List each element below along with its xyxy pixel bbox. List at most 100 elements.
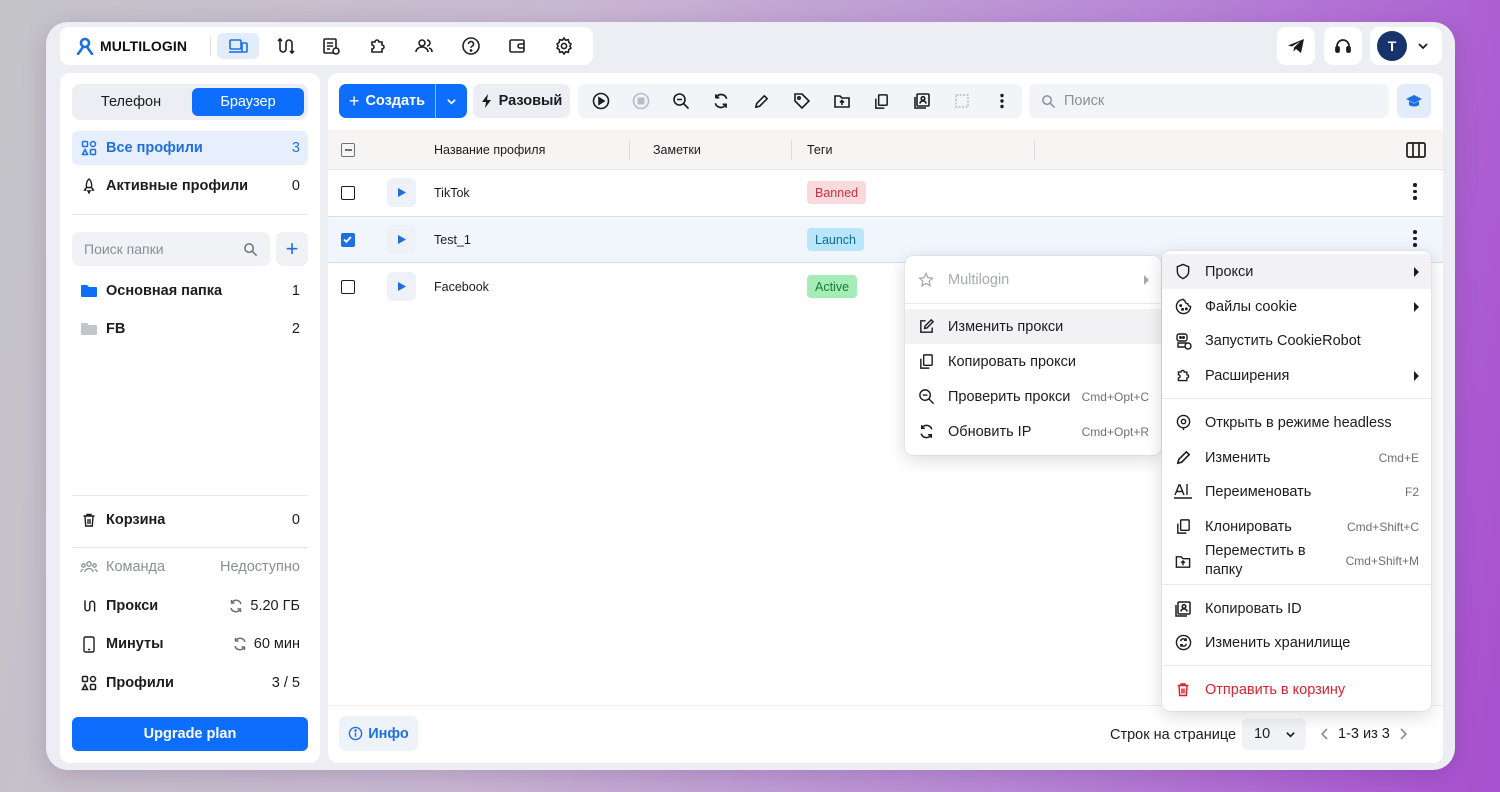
create-label: Создать — [365, 93, 426, 109]
check-proxy-button[interactable] — [661, 84, 701, 118]
row-menu-button[interactable] — [1410, 230, 1420, 247]
columns-settings-button[interactable] — [1406, 142, 1426, 158]
account-menu[interactable]: T — [1370, 27, 1442, 65]
rows-per-page-select[interactable]: 10 — [1242, 718, 1306, 750]
tab-browser[interactable]: Браузер — [192, 88, 304, 116]
copy-id-button[interactable] — [902, 84, 942, 118]
menu-item-copy-proxy[interactable]: Копировать прокси — [905, 344, 1161, 379]
support-button[interactable] — [1324, 27, 1362, 65]
stop-button[interactable] — [621, 84, 661, 118]
menu-item-clone[interactable]: Клонировать Cmd+Shift+C — [1162, 509, 1431, 544]
academy-button[interactable] — [1397, 84, 1431, 118]
menu-item-headless[interactable]: Открыть в режиме headless — [1162, 405, 1431, 440]
column-divider[interactable] — [629, 140, 630, 160]
column-header-notes[interactable]: Заметки — [653, 130, 701, 170]
headset-icon — [1333, 36, 1353, 56]
info-icon — [348, 726, 363, 741]
folder-upload-icon — [1173, 551, 1193, 571]
nav-wallet[interactable] — [496, 33, 538, 59]
users-icon — [414, 36, 434, 56]
menu-item-extensions[interactable]: Расширения — [1162, 358, 1431, 393]
columns-icon — [1406, 142, 1426, 158]
select-all-checkbox[interactable] — [341, 143, 355, 157]
play-icon — [397, 281, 407, 292]
menu-item-move-to-trash[interactable]: Отправить в корзину — [1162, 672, 1431, 707]
menu-item-change-proxy[interactable]: Изменить прокси — [905, 309, 1161, 344]
top-nav: MULTILOGIN — [60, 27, 593, 65]
folder-search-input[interactable]: Поиск папки — [72, 232, 270, 266]
nav-profiles[interactable] — [217, 33, 259, 59]
menu-item-check-proxy[interactable]: Проверить прокси Cmd+Opt+C — [905, 379, 1161, 414]
menu-divider — [1162, 398, 1431, 399]
start-profile-button[interactable] — [387, 178, 416, 207]
edit-button[interactable] — [741, 84, 781, 118]
list-check-icon — [321, 36, 341, 56]
tab-phone[interactable]: Телефон — [76, 88, 186, 116]
menu-item-cookies[interactable]: Файлы cookie — [1162, 289, 1431, 324]
menu-item-edit[interactable]: Изменить Cmd+E — [1162, 440, 1431, 475]
info-button[interactable]: Инфо — [339, 716, 418, 751]
menu-item-copy-id[interactable]: Копировать ID — [1162, 591, 1431, 626]
menu-item-label: Запустить CookieRobot — [1205, 332, 1361, 349]
search-input[interactable]: Поиск — [1029, 84, 1389, 118]
row-checkbox[interactable] — [341, 280, 355, 294]
menu-item-change-storage[interactable]: Изменить хранилище — [1162, 625, 1431, 660]
quick-profile-button[interactable]: Разовый — [473, 84, 570, 118]
start-profile-button[interactable] — [387, 272, 416, 301]
sidebar-item-fb-folder[interactable]: FB 2 — [72, 312, 308, 346]
create-dropdown-button[interactable] — [436, 84, 467, 118]
submenu-header-multilogin: Multilogin — [905, 262, 1161, 297]
nav-settings[interactable] — [543, 33, 585, 59]
refresh-button[interactable] — [701, 84, 741, 118]
prev-page-button[interactable] — [1320, 727, 1330, 741]
table-row[interactable]: TikTok Banned — [328, 170, 1443, 217]
row-checkbox[interactable] — [341, 233, 355, 247]
id-card-icon — [913, 92, 931, 110]
nav-extensions[interactable] — [357, 33, 399, 59]
select-button[interactable] — [942, 84, 982, 118]
shortcut-label: F2 — [1404, 484, 1419, 499]
tags-button[interactable] — [781, 84, 821, 118]
menu-item-proxy[interactable]: Прокси — [1162, 254, 1431, 289]
sidebar-item-label: Активные профили — [106, 178, 249, 194]
menu-item-move-to-folder[interactable]: Переместить в папку Cmd+Shift+M — [1162, 541, 1431, 581]
sidebar-item-label: Основная папка — [106, 283, 223, 299]
row-menu-button[interactable] — [1410, 183, 1420, 200]
nav-team[interactable] — [403, 33, 445, 59]
telegram-button[interactable] — [1277, 27, 1315, 65]
start-profile-button[interactable] — [387, 225, 416, 254]
row-checkbox[interactable] — [341, 186, 355, 200]
cookie-icon — [1173, 297, 1193, 317]
logo[interactable]: MULTILOGIN — [60, 37, 210, 55]
start-button[interactable] — [581, 84, 621, 118]
column-divider[interactable] — [1034, 140, 1035, 160]
sidebar-item-active-profiles[interactable]: Активные профили 0 — [72, 169, 308, 203]
column-header-tags[interactable]: Теги — [807, 130, 832, 170]
pencil-icon — [753, 93, 770, 110]
next-page-button[interactable] — [1398, 727, 1408, 741]
column-divider[interactable] — [791, 140, 792, 160]
nav-automation[interactable] — [310, 33, 352, 59]
divider — [72, 495, 308, 496]
more-actions-button[interactable] — [982, 84, 1022, 118]
menu-item-refresh-ip[interactable]: Обновить IP Cmd+Opt+R — [905, 414, 1161, 449]
nav-help[interactable] — [450, 33, 492, 59]
column-header-name[interactable]: Название профиля — [434, 130, 545, 170]
menu-divider — [1162, 665, 1431, 666]
menu-item-cookierobot[interactable]: Запустить CookieRobot — [1162, 323, 1431, 358]
menu-item-label: Переименовать — [1205, 483, 1312, 500]
zoom-icon — [916, 387, 936, 407]
clone-button[interactable] — [862, 84, 902, 118]
create-button[interactable]: + Создать — [339, 84, 436, 118]
nav-proxy[interactable] — [264, 33, 306, 59]
menu-item-label: Проверить прокси — [948, 388, 1071, 405]
sidebar: Телефон Браузер Все профили 3 Активные п… — [60, 73, 320, 763]
sidebar-item-all-profiles[interactable]: Все профили 3 — [72, 131, 308, 165]
upgrade-plan-button[interactable]: Upgrade plan — [72, 717, 308, 751]
proxy-submenu: Multilogin Изменить прокси Копировать пр… — [905, 256, 1161, 455]
add-folder-button[interactable]: + — [276, 232, 308, 266]
sidebar-item-trash[interactable]: Корзина 0 — [72, 503, 308, 537]
menu-item-rename[interactable]: Переименовать F2 — [1162, 474, 1431, 509]
move-to-folder-button[interactable] — [822, 84, 862, 118]
sidebar-item-main-folder[interactable]: Основная папка 1 — [72, 274, 308, 308]
